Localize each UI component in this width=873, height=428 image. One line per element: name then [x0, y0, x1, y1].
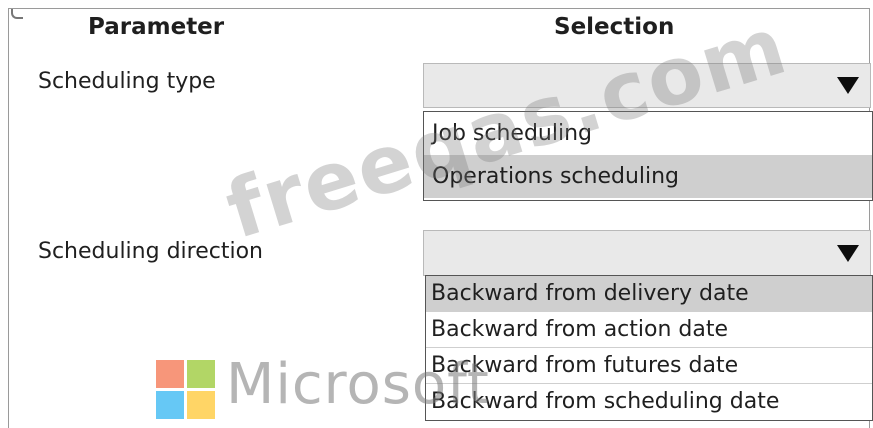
chevron-down-icon [837, 77, 859, 94]
option-backward-from-delivery-date[interactable]: Backward from delivery date [426, 276, 872, 312]
chevron-down-icon [837, 244, 859, 262]
option-job-scheduling[interactable]: Job scheduling [424, 112, 872, 155]
frame-corner-mark [11, 9, 23, 19]
header-parameter: Parameter [88, 14, 225, 40]
option-operations-scheduling[interactable]: Operations scheduling [424, 155, 872, 198]
microsoft-logo-icon [156, 360, 216, 420]
scheduling-direction-dropdown-toggle[interactable] [826, 231, 870, 275]
scheduling-type-label: Scheduling type [38, 69, 216, 94]
option-backward-from-futures-date[interactable]: Backward from futures date [426, 348, 872, 384]
scheduling-direction-options-list: Backward from delivery date Backward fro… [425, 275, 873, 421]
scheduling-direction-label: Scheduling direction [38, 239, 263, 264]
microsoft-watermark-text: Microsoft [226, 352, 490, 417]
option-backward-from-action-date[interactable]: Backward from action date [426, 312, 872, 348]
scheduling-direction-dropdown[interactable] [423, 230, 871, 276]
scheduling-type-dropdown[interactable] [423, 63, 871, 108]
header-selection: Selection [554, 14, 675, 40]
scheduling-type-dropdown-toggle[interactable] [826, 64, 870, 107]
option-backward-from-scheduling-date[interactable]: Backward from scheduling date [426, 384, 872, 420]
scheduling-type-options-list: Job scheduling Operations scheduling [423, 111, 873, 201]
